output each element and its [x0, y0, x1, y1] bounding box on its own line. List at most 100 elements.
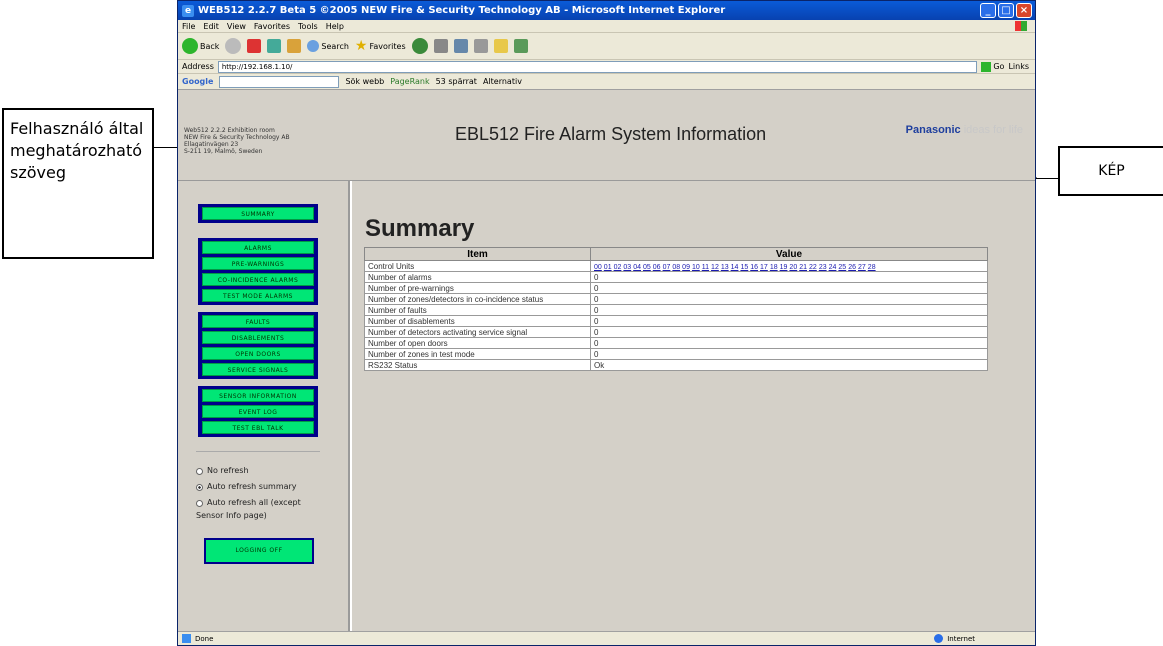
google-options[interactable]: Alternativ [483, 77, 522, 86]
nav-testmode-alarms-button[interactable]: TEST MODE ALARMS [202, 289, 314, 302]
google-blocked[interactable]: 53 spärrat [436, 77, 477, 86]
radio-icon[interactable] [196, 467, 203, 475]
nav-test-ebl-talk-button[interactable]: TEST EBL TALK [202, 421, 314, 434]
row-label: Number of alarms [364, 271, 591, 283]
radio-no-refresh[interactable]: No refresh [196, 463, 301, 479]
control-unit-link[interactable]: 18 [770, 264, 778, 271]
control-unit-link[interactable]: 23 [819, 264, 827, 271]
control-unit-link[interactable]: 16 [750, 264, 758, 271]
control-unit-link[interactable]: 06 [653, 264, 661, 271]
nav-service-signals-button[interactable]: SERVICE SIGNALS [202, 363, 314, 376]
control-unit-link[interactable]: 17 [760, 264, 768, 271]
logoff-button[interactable]: LOGGING OFF [204, 538, 314, 564]
control-unit-link[interactable]: 24 [829, 264, 837, 271]
nav-event-log-button[interactable]: EVENT LOG [202, 405, 314, 418]
table-row: Number of zones/detectors in co-incidenc… [364, 293, 988, 305]
menu-help[interactable]: Help [326, 22, 344, 31]
menu-view[interactable]: View [227, 22, 246, 31]
row-value: 0 [590, 282, 988, 294]
panasonic-logo: Panasonic ideas for life [905, 124, 1023, 136]
address-input[interactable]: http://192.168.1.10/ [217, 60, 978, 73]
control-unit-link[interactable]: 15 [740, 264, 748, 271]
radio-icon[interactable] [196, 499, 203, 507]
menu-tools[interactable]: Tools [298, 22, 318, 31]
callout-right-text: KÉP [1098, 163, 1125, 179]
nav-disablements-button[interactable]: DISABLEMENTS [202, 331, 314, 344]
control-unit-link[interactable]: 09 [682, 264, 690, 271]
control-unit-link[interactable]: 14 [731, 264, 739, 271]
radio-auto-refresh-all[interactable]: Auto refresh all (except [196, 495, 301, 511]
control-unit-link[interactable]: 20 [789, 264, 797, 271]
messenger-icon[interactable] [513, 39, 528, 53]
control-unit-link[interactable]: 25 [838, 264, 846, 271]
sidebar: SUMMARY ALARMS PRE-WARNINGS CO-INCIDENCE… [178, 181, 350, 631]
row-label: Number of open doors [364, 337, 591, 349]
nav-sensor-info-button[interactable]: SENSOR INFORMATION [202, 389, 314, 402]
menu-favorites[interactable]: Favorites [254, 22, 290, 31]
nav-prewarnings-button[interactable]: PRE-WARNINGS [202, 257, 314, 270]
table-row: Number of disablements 0 [364, 315, 988, 327]
row-label: Number of zones in test mode [364, 348, 591, 360]
control-unit-link[interactable]: 03 [623, 264, 631, 271]
go-button[interactable]: Go [981, 61, 1004, 72]
row-label: Number of disablements [364, 315, 591, 327]
history-icon[interactable] [433, 39, 448, 53]
control-unit-link[interactable]: 26 [848, 264, 856, 271]
row-value: 0 [590, 271, 988, 283]
nav-group-sensor: SENSOR INFORMATION EVENT LOG TEST EBL TA… [198, 386, 318, 437]
menu-edit[interactable]: Edit [203, 22, 219, 31]
control-unit-link[interactable]: 05 [643, 264, 651, 271]
toolbar: Back Search ★ Favorites [178, 33, 1035, 60]
table-row: Control Units 00 01 02 03 04 05 06 07 08 09 10 11 12… [364, 260, 988, 272]
control-unit-link[interactable]: 19 [780, 264, 788, 271]
control-unit-link[interactable]: 11 [702, 264, 709, 271]
nav-summary-button[interactable]: SUMMARY [202, 207, 314, 220]
row-value: Ok [590, 359, 988, 371]
control-unit-link[interactable]: 08 [672, 264, 680, 271]
stop-icon[interactable] [247, 39, 262, 53]
table-row: Number of open doors 0 [364, 337, 988, 349]
control-unit-link[interactable]: 12 [711, 264, 719, 271]
refresh-icon[interactable] [267, 39, 282, 53]
back-button[interactable]: Back [182, 38, 219, 54]
control-unit-link[interactable]: 27 [858, 264, 866, 271]
control-unit-link[interactable]: 07 [663, 264, 671, 271]
nav-faults-button[interactable]: FAULTS [202, 315, 314, 328]
favorites-button[interactable]: ★ Favorites [355, 38, 406, 54]
control-unit-link[interactable]: 02 [614, 264, 622, 271]
page-icon [182, 634, 191, 643]
row-label: Number of detectors activating service s… [364, 326, 591, 338]
home-icon[interactable] [287, 39, 302, 53]
main-content: Summary Item Value Control Units 00 01 02 0… [352, 181, 1035, 631]
control-unit-link[interactable]: 10 [692, 264, 700, 271]
row-value: 0 [590, 348, 988, 360]
media-icon[interactable] [411, 38, 428, 54]
nav-alarms-button[interactable]: ALARMS [202, 241, 314, 254]
radio-auto-refresh-summary[interactable]: Auto refresh summary [196, 479, 301, 495]
control-unit-link[interactable]: 28 [868, 264, 876, 271]
control-unit-link[interactable]: 01 [604, 264, 612, 271]
google-logo[interactable]: Google [182, 77, 213, 86]
links-label[interactable]: Links [1008, 62, 1029, 71]
minimize-button[interactable]: _ [980, 3, 996, 18]
nav-coincidence-button[interactable]: CO-INCIDENCE ALARMS [202, 273, 314, 286]
google-sok-webb[interactable]: Sök webb [345, 77, 384, 86]
control-unit-link[interactable]: 21 [799, 264, 807, 271]
folder-icon[interactable] [493, 39, 508, 53]
maximize-button[interactable]: □ [998, 3, 1014, 18]
status-bar: Done Internet [178, 631, 1035, 645]
menu-file[interactable]: File [182, 22, 195, 31]
control-unit-link[interactable]: 13 [721, 264, 729, 271]
control-unit-link[interactable]: 00 [594, 264, 602, 271]
print-icon[interactable] [473, 39, 488, 53]
nav-open-doors-button[interactable]: OPEN DOORS [202, 347, 314, 360]
mail-icon[interactable] [453, 39, 468, 53]
google-pagerank[interactable]: PageRank [390, 77, 429, 86]
control-unit-link[interactable]: 22 [809, 264, 817, 271]
google-search-input[interactable] [219, 75, 340, 88]
control-unit-link[interactable]: 04 [633, 264, 641, 271]
radio-icon[interactable] [196, 483, 203, 491]
forward-icon[interactable] [225, 38, 242, 54]
search-button[interactable]: Search [307, 40, 349, 52]
close-button[interactable]: × [1016, 3, 1032, 18]
